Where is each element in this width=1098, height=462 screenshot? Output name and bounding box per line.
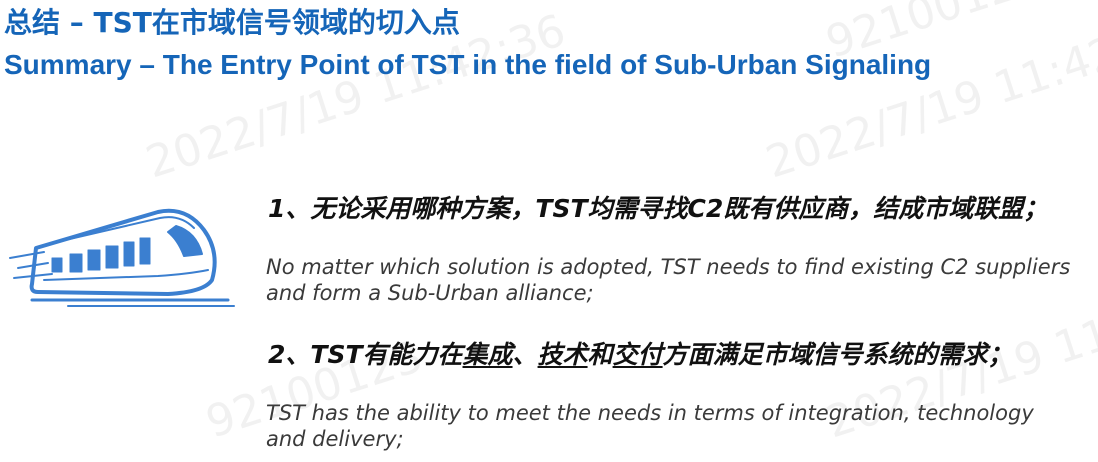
point-1-english: No matter which solution is adopted, TST… bbox=[266, 255, 1071, 305]
point-2-keyword-delivery: 交付 bbox=[612, 340, 663, 369]
point-2-english: TST has the ability to meet the needs in… bbox=[266, 401, 1034, 451]
watermark-timestamp: 2022/7/19 11:42:36 bbox=[760, 4, 1098, 189]
slide: 2022/7/19 11:42:36 2022/7/19 11:42:36 92… bbox=[0, 0, 1098, 462]
point-2-chinese: 2、TST有能力在集成、技术和交付方面满足市域信号系统的需求； bbox=[268, 339, 1013, 371]
point-2-separator: 、 bbox=[512, 340, 538, 369]
train-icon bbox=[8, 196, 236, 308]
point-2-text-end: 方面满足市域信号系统的需求； bbox=[662, 340, 1013, 369]
point-2-keyword-technology: 技术 bbox=[537, 340, 588, 369]
point-2-conjunction: 和 bbox=[587, 340, 613, 369]
point-1-chinese: 1、无论采用哪种方案，TST均需寻找C2既有供应商，结成市域联盟； bbox=[268, 194, 1049, 223]
point-2-keyword-integration: 集成 bbox=[462, 340, 513, 369]
title-english: Summary – The Entry Point of TST in the … bbox=[4, 49, 932, 80]
title-chinese: 总结 – TST在市域信号领域的切入点 bbox=[4, 6, 460, 39]
point-2-text: 2、TST有能力在 bbox=[268, 340, 463, 369]
